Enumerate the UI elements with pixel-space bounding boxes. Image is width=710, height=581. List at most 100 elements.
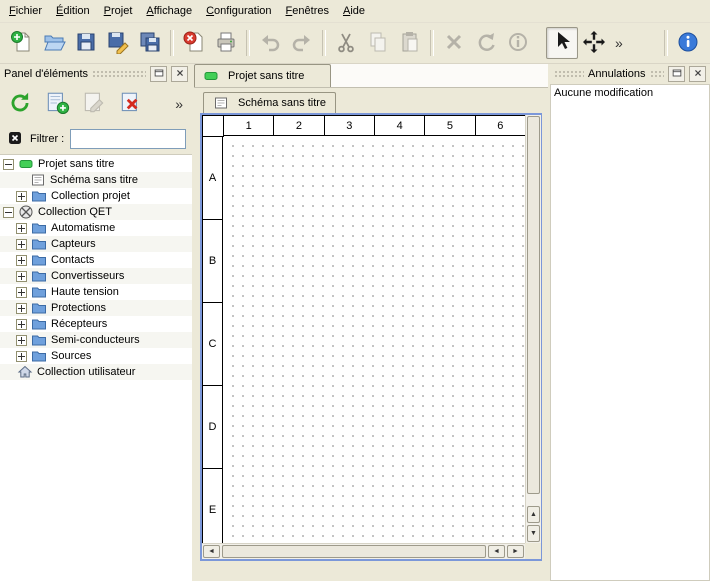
about-button[interactable]	[672, 27, 704, 59]
paste-button[interactable]	[394, 27, 426, 59]
dock-drag-handle[interactable]	[92, 70, 146, 78]
select-mode-button[interactable]	[546, 27, 578, 59]
main-toolbar: »	[0, 23, 710, 64]
tree-item-sources[interactable]: Sources	[0, 348, 192, 364]
tree-item-collection-projet[interactable]: Collection projet	[0, 188, 192, 204]
rotate-icon	[474, 30, 498, 57]
scroll-left-button[interactable]: ◄	[203, 545, 220, 558]
dock-float-button[interactable]	[668, 66, 685, 82]
tab-schema-sans-titre[interactable]: Schéma sans titre	[203, 92, 336, 113]
vertical-scroll-track[interactable]	[526, 495, 541, 505]
ruler-row-label: D	[203, 386, 223, 469]
tree-item-collection-utilisateur[interactable]: Collection utilisateur	[0, 364, 192, 380]
menu-aide[interactable]: Aide	[336, 2, 372, 20]
delete-button[interactable]	[438, 27, 470, 59]
tree-item-semi-conducteurs[interactable]: Semi-conducteurs	[0, 332, 192, 348]
open-file-button[interactable]	[38, 27, 70, 59]
folder-icon	[31, 332, 47, 348]
filter-input[interactable]	[70, 129, 186, 149]
collapse-icon[interactable]	[3, 207, 14, 218]
document-close-icon	[182, 30, 206, 57]
scroll-down-button[interactable]: ▼	[527, 525, 540, 542]
tree-item-contacts[interactable]: Contacts	[0, 252, 192, 268]
menu-configuration[interactable]: Configuration	[199, 2, 278, 20]
undo-button[interactable]	[254, 27, 286, 59]
new-element-icon	[44, 90, 70, 119]
save-all-button[interactable]	[134, 27, 166, 59]
expand-icon[interactable]	[16, 223, 27, 234]
qet-collection-icon	[18, 204, 34, 220]
edit-element-button[interactable]	[77, 87, 111, 121]
panel-overflow-button[interactable]: »	[170, 96, 189, 112]
reload-collections-button[interactable]	[3, 87, 37, 121]
horizontal-scroll-thumb[interactable]	[222, 545, 486, 558]
expand-icon[interactable]	[16, 255, 27, 266]
tree-item-projet[interactable]: Projet sans titre	[0, 156, 192, 172]
menu-affichage[interactable]: Affichage	[139, 2, 199, 20]
tree-item-haute-tension[interactable]: Haute tension	[0, 284, 192, 300]
clear-filter-button[interactable]	[6, 130, 24, 148]
filter-label: Filtrer :	[30, 133, 64, 145]
expand-icon[interactable]	[16, 271, 27, 282]
expand-icon[interactable]	[16, 351, 27, 362]
vertical-scroll-thumb[interactable]	[527, 116, 540, 494]
tree-item-protections[interactable]: Protections	[0, 300, 192, 316]
new-file-button[interactable]	[6, 27, 38, 59]
expand-icon[interactable]	[16, 239, 27, 250]
element-info-button[interactable]	[502, 27, 534, 59]
pan-mode-button[interactable]	[578, 27, 610, 59]
collapse-icon[interactable]	[3, 159, 14, 170]
reload-green-icon	[7, 90, 33, 119]
dock-float-button[interactable]	[150, 66, 167, 82]
main-area: Panel d'éléments » Filtrer : Projet sans…	[0, 64, 710, 581]
menu-fenetres[interactable]: Fenêtres	[279, 2, 336, 20]
print-button[interactable]	[210, 27, 242, 59]
menu-projet[interactable]: Projet	[97, 2, 140, 20]
tab-projet-sans-titre[interactable]: Projet sans titre	[194, 64, 331, 87]
new-element-button[interactable]	[40, 87, 74, 121]
collections-tree: Projet sans titre Schéma sans titre Coll…	[0, 154, 192, 581]
delete-element-button[interactable]	[114, 87, 148, 121]
save-button[interactable]	[70, 27, 102, 59]
folder-icon	[31, 316, 47, 332]
drawing-canvas[interactable]: 1 2 3 4 5 6 A B C D	[202, 115, 525, 543]
expand-icon[interactable]	[16, 335, 27, 346]
tree-item-recepteurs[interactable]: Récepteurs	[0, 316, 192, 332]
scroll-left-button-2[interactable]: ◄	[488, 545, 505, 558]
close-file-button[interactable]	[178, 27, 210, 59]
expand-icon[interactable]	[16, 191, 27, 202]
expand-icon[interactable]	[16, 319, 27, 330]
toolbar-overflow-button[interactable]: »	[610, 35, 628, 51]
dock-close-button[interactable]	[689, 66, 706, 82]
dock-close-button[interactable]	[171, 66, 188, 82]
expand-icon[interactable]	[16, 303, 27, 314]
toolbar-separator	[322, 30, 326, 56]
dock-drag-handle[interactable]	[650, 70, 665, 78]
rotate-button[interactable]	[470, 27, 502, 59]
save-as-button[interactable]	[102, 27, 134, 59]
clipboard-icon	[398, 30, 422, 57]
menu-edition[interactable]: Édition	[49, 2, 97, 20]
redo-button[interactable]	[286, 27, 318, 59]
folder-icon	[31, 268, 47, 284]
vertical-scrollbar[interactable]: ▲ ▼	[525, 115, 541, 543]
scroll-up-button[interactable]: ▲	[527, 506, 540, 523]
dock-drag-handle[interactable]	[554, 70, 584, 78]
expand-icon[interactable]	[16, 287, 27, 298]
tree-item-automatisme[interactable]: Automatisme	[0, 220, 192, 236]
tree-item-convertisseurs[interactable]: Convertisseurs	[0, 268, 192, 284]
schema-grid-area[interactable]	[224, 137, 525, 543]
copy-button[interactable]	[362, 27, 394, 59]
cut-button[interactable]	[330, 27, 362, 59]
menu-fichier[interactable]: Fichier	[2, 2, 49, 20]
printer-icon	[214, 30, 238, 57]
tree-item-schema[interactable]: Schéma sans titre	[0, 172, 192, 188]
tree-item-collection-qet[interactable]: Collection QET	[0, 204, 192, 220]
scroll-right-button[interactable]: ►	[507, 545, 524, 558]
row-ruler: A B C D E	[203, 137, 223, 543]
tree-item-capteurs[interactable]: Capteurs	[0, 236, 192, 252]
elements-panel: Panel d'éléments » Filtrer : Projet sans…	[0, 64, 192, 581]
horizontal-scrollbar[interactable]: ◄ ◄ ►	[202, 543, 525, 559]
tree-item-label: Semi-conducteurs	[51, 334, 140, 346]
clear-filter-icon	[7, 130, 23, 149]
